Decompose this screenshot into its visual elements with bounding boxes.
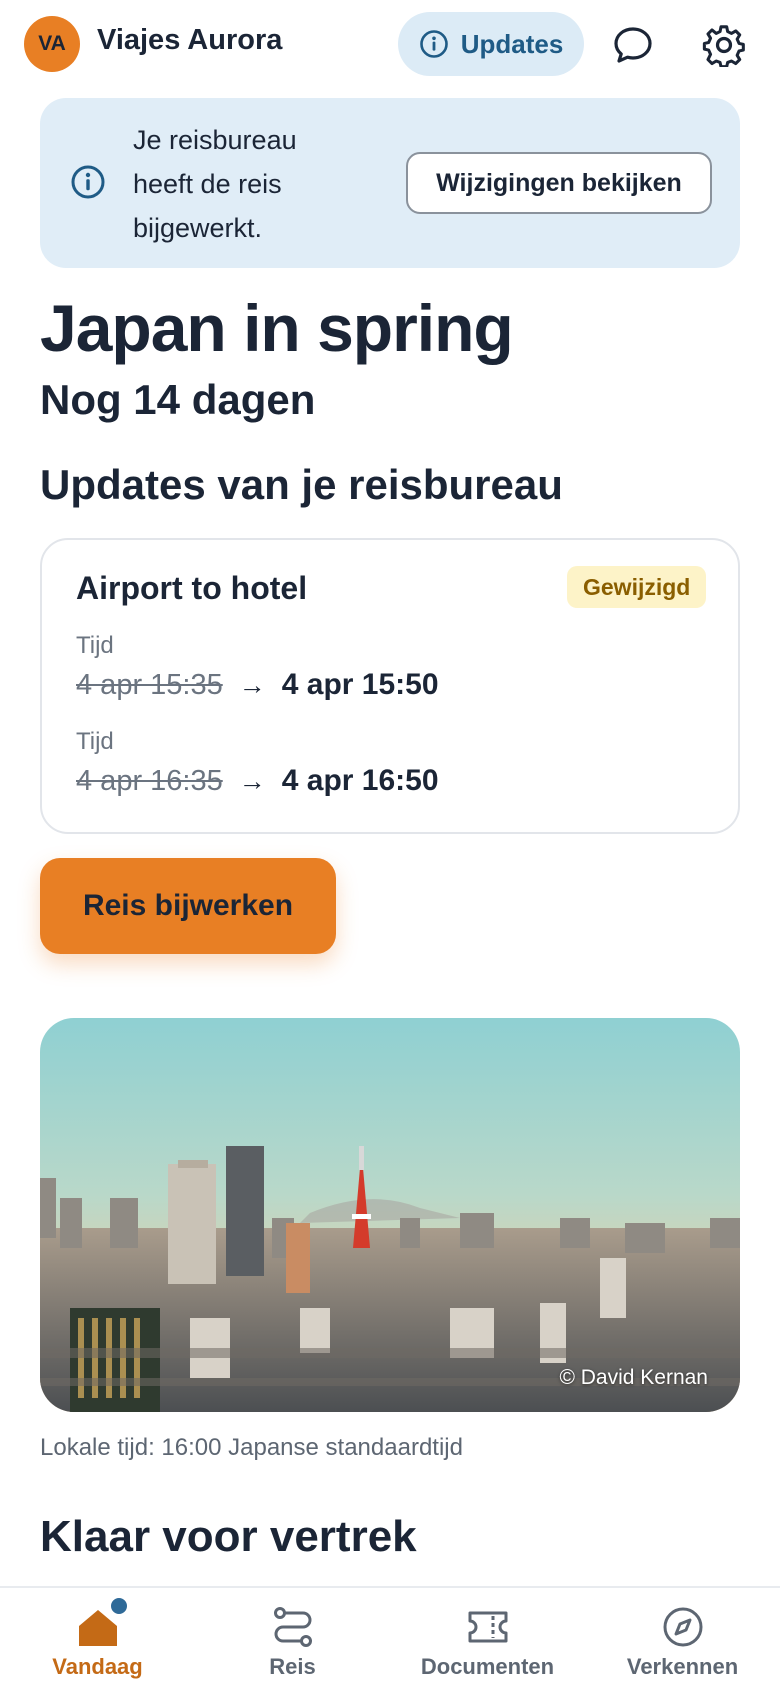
local-time: Lokale tijd: 16:00 Japanse standaardtijd (40, 1434, 463, 1461)
nav-trip[interactable]: Reis (195, 1588, 390, 1688)
change-label: Tijd (76, 728, 114, 755)
chat-button[interactable] (606, 18, 660, 72)
agency-name: Viajes Aurora (97, 24, 283, 56)
nav-documents[interactable]: Documenten (390, 1588, 585, 1688)
nav-label: Verkennen (626, 1654, 739, 1679)
update-trip-button[interactable]: Reis bijwerken (40, 858, 336, 954)
chat-bubble-icon (614, 27, 652, 63)
banner-message: Je reisbureau heeft de reis bijgewerkt. (133, 125, 297, 243)
compass-icon (663, 1607, 702, 1647)
nav-label: Reis (269, 1654, 316, 1679)
update-card[interactable]: Airport to hotel Gewijzigd Tijd 4 apr 15… (40, 538, 740, 834)
old-value: 4 apr 16:35 (76, 764, 223, 797)
trip-countdown: Nog 14 dagen (40, 376, 316, 423)
nav-explore[interactable]: Verkennen (585, 1588, 780, 1688)
old-value: 4 apr 15:35 (76, 668, 223, 701)
update-card-title: Airport to hotel (76, 570, 308, 606)
ticket-icon (468, 1611, 507, 1643)
view-changes-button[interactable]: Wijzigingen bekijken (406, 152, 712, 214)
nav-today[interactable]: Vandaag (0, 1588, 195, 1688)
gear-icon (702, 25, 745, 67)
updates-heading: Updates van je reisbureau (40, 461, 563, 508)
change-label: Tijd (76, 632, 114, 659)
arrow-icon: → (238, 669, 266, 700)
ready-heading: Klaar voor vertrek (40, 1512, 417, 1561)
nav-label: Documenten (420, 1654, 555, 1679)
bottom-navigation: Vandaag Reis Documenten Verkennen (0, 1586, 780, 1688)
trip-updated-banner: Je reisbureau heeft de reis bijgewerkt. … (40, 98, 740, 268)
photo-credit: © David Kernan (559, 1366, 708, 1389)
settings-button[interactable] (697, 18, 751, 72)
new-value: 4 apr 16:50 (281, 764, 439, 797)
arrow-icon: → (238, 765, 266, 796)
changed-badge: Gewijzigd (567, 566, 707, 608)
new-value: 4 apr 15:50 (281, 668, 439, 701)
trip-title: Japan in spring (40, 291, 514, 365)
agency-avatar[interactable]: VA (24, 16, 80, 72)
info-icon (71, 165, 105, 199)
destination-photo: © David Kernan (40, 1018, 740, 1412)
route-icon (273, 1607, 312, 1647)
skyline-illustration (40, 1018, 740, 1412)
nav-label: Vandaag (52, 1654, 143, 1679)
updates-label: Updates (460, 28, 564, 59)
top-bar: VA Viajes Aurora Updates (0, 0, 780, 96)
notification-dot (108, 1596, 129, 1616)
change-item: Tijd 4 apr 15:35 → 4 apr 15:50 (76, 632, 439, 702)
change-item: Tijd 4 apr 16:35 → 4 apr 16:50 (76, 728, 439, 798)
info-icon (419, 30, 448, 58)
updates-button[interactable]: Updates (398, 12, 584, 76)
